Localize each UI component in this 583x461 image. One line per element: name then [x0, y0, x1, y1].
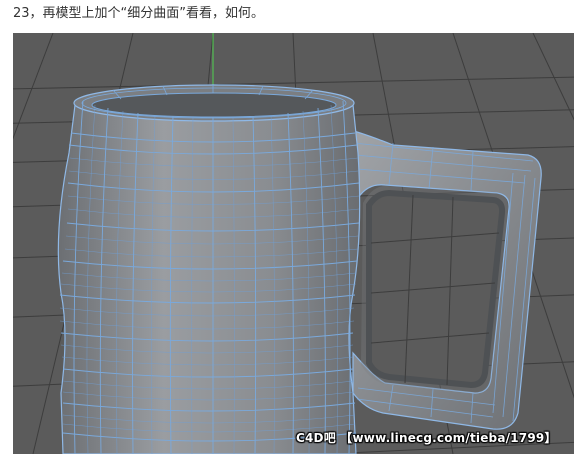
watermark-text: C4D吧 【www.linecg.com/tieba/1799】 [296, 431, 557, 445]
screenshot-page: 23，再模型上加个“细分曲面”看看，如何。 C4D吧 【www.linecg.c… [0, 0, 583, 461]
viewport-render [13, 33, 574, 454]
c4d-viewport[interactable]: C4D吧 【www.linecg.com/tieba/1799】 [13, 33, 574, 454]
step-caption: 23，再模型上加个“细分曲面”看看，如何。 [13, 6, 265, 21]
mug-body [57, 84, 361, 454]
mug-handle [342, 127, 542, 430]
